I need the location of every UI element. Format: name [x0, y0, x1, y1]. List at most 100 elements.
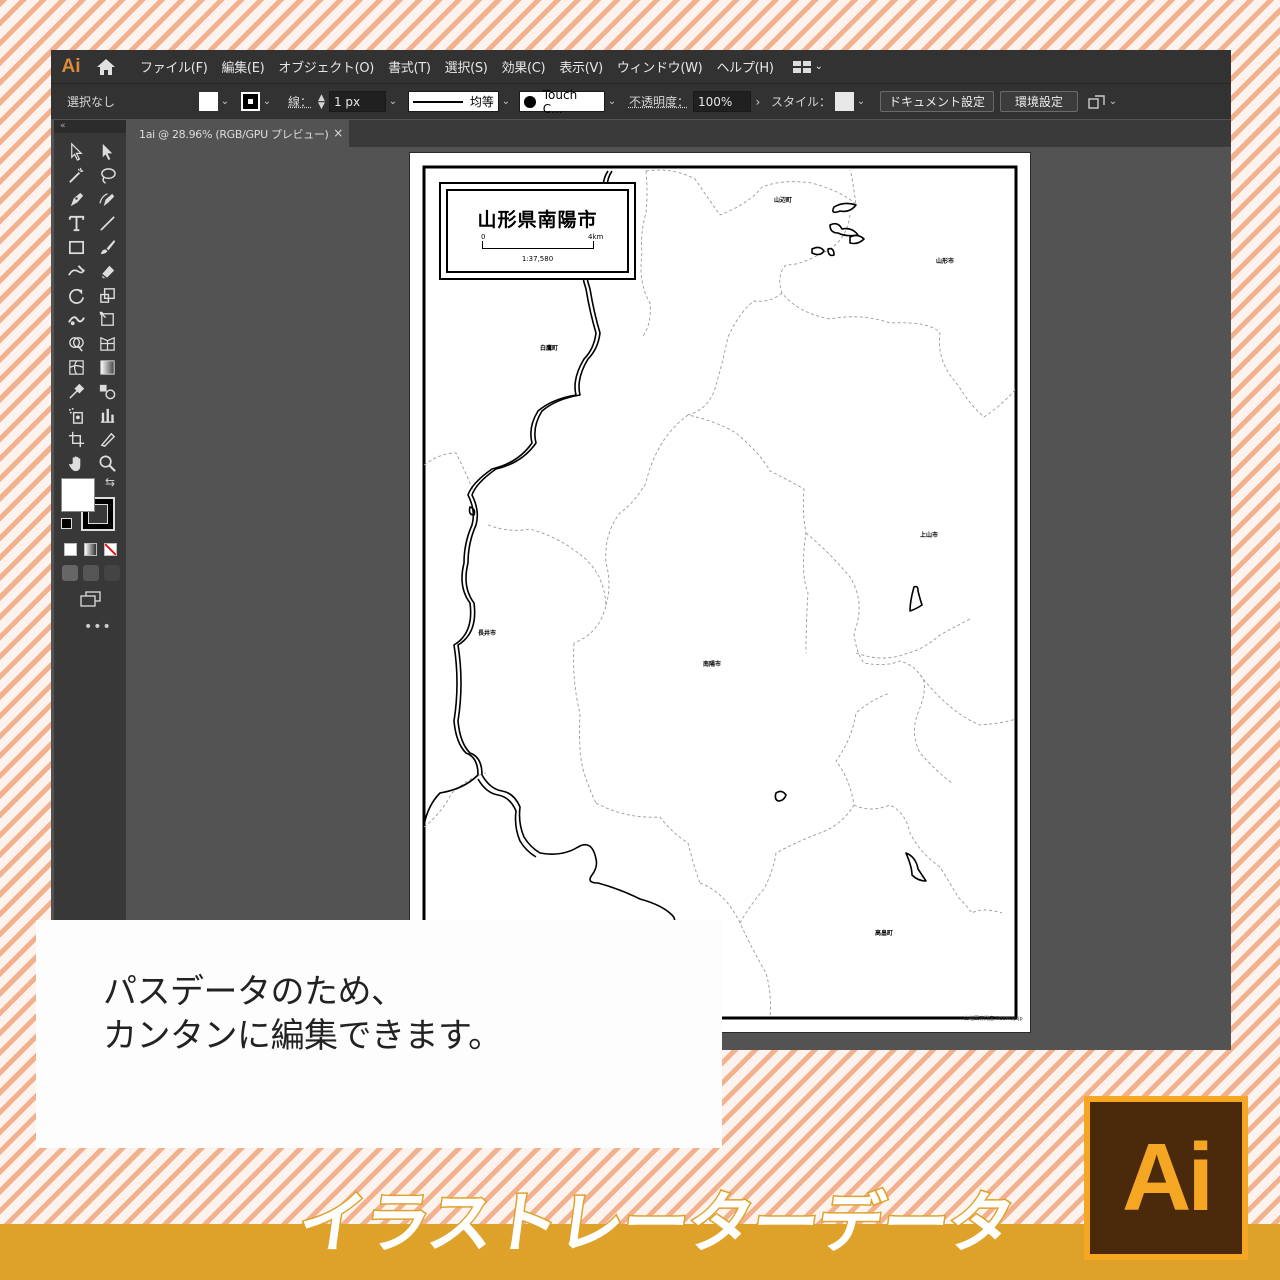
menu-edit[interactable]: 編集(E)	[215, 57, 272, 76]
caption-box: パスデータのため、 カンタンに編集できます。	[36, 920, 722, 1148]
style-label: スタイル：	[770, 95, 831, 109]
lasso-tool[interactable]	[92, 165, 122, 186]
hand-tool[interactable]	[61, 453, 91, 474]
swap-fill-stroke-icon[interactable]: ⇆	[105, 475, 115, 489]
menu-effect[interactable]: 効果(C)	[495, 57, 553, 76]
menu-select[interactable]: 選択(S)	[438, 57, 495, 76]
none-mode-icon[interactable]	[104, 543, 117, 556]
town-label-takahata: 高畠町	[875, 930, 894, 937]
arrange-icon[interactable]	[1088, 94, 1106, 110]
eraser-tool[interactable]	[92, 261, 122, 282]
rectangle-tool[interactable]	[61, 237, 91, 258]
default-colors-icon[interactable]	[61, 518, 72, 529]
blend-tool[interactable]	[92, 381, 122, 402]
menu-window[interactable]: ウィンドウ(W)	[610, 57, 710, 76]
panel-collapse[interactable]: «	[54, 120, 126, 133]
chevron-down-icon[interactable]: ⌄	[218, 96, 232, 107]
perspective-grid-icon	[99, 336, 115, 351]
type-tool[interactable]	[61, 213, 91, 234]
document-setup-button[interactable]: ドキュメント設定	[879, 91, 994, 112]
document-tab[interactable]: 1ai @ 28.96% (RGB/GPU プレビュー) ×	[128, 120, 349, 147]
menu-type[interactable]: 書式(T)	[381, 57, 438, 76]
gradient-mode-icon[interactable]	[84, 543, 97, 556]
menu-file[interactable]: ファイル(F)	[133, 57, 215, 76]
graphic-style-swatch[interactable]	[834, 92, 854, 111]
menu-help[interactable]: ヘルプ(H)	[709, 57, 780, 76]
magic-wand-tool[interactable]	[61, 165, 91, 186]
preferences-button[interactable]: 環境設定	[999, 91, 1078, 112]
hand-icon	[68, 456, 80, 472]
menu-object[interactable]: オブジェクト(O)	[271, 57, 381, 76]
width-tool[interactable]	[61, 309, 91, 330]
town-label-yamabe: 山辺町	[774, 197, 793, 204]
brush-dropdown[interactable]: Touch C...	[518, 88, 605, 116]
scale-tool[interactable]	[92, 285, 122, 306]
edit-toolbar-button[interactable]: •••	[84, 619, 126, 635]
workspace-switcher[interactable]: ⌄	[792, 60, 823, 73]
stroke-color-swatch[interactable]	[241, 92, 260, 111]
gradient-tool[interactable]	[92, 357, 122, 378]
stroke-profile-label: 均等	[469, 95, 494, 109]
pen-tool[interactable]	[61, 189, 91, 210]
paintbrush-tool[interactable]	[92, 237, 122, 258]
line-segment-tool[interactable]	[92, 213, 122, 234]
zoom-tool[interactable]	[92, 453, 122, 474]
mesh-tool[interactable]	[61, 357, 91, 378]
shape-builder-tool[interactable]	[61, 333, 91, 354]
mesh-icon	[68, 360, 84, 375]
chevron-down-icon[interactable]: ⌄	[386, 96, 400, 107]
menu-items: ファイル(F) 編集(E) オブジェクト(O) 書式(T) 選択(S) 効果(C…	[133, 57, 781, 76]
selection-tool[interactable]	[61, 141, 91, 162]
shaper-tool[interactable]	[61, 261, 91, 282]
direct-selection-tool[interactable]	[92, 141, 122, 162]
chevron-down-icon[interactable]: ⌄	[499, 96, 513, 107]
town-label-yamagata: 山形市	[936, 258, 955, 265]
screen-mode-icon[interactable]	[80, 591, 102, 607]
free-transform-tool[interactable]	[92, 309, 122, 330]
menu-view[interactable]: 表示(V)	[552, 57, 610, 76]
slice-tool[interactable]	[92, 429, 122, 450]
gradient-icon	[99, 360, 115, 375]
perspective-grid-tool[interactable]	[92, 333, 122, 354]
free-transform-icon	[98, 311, 114, 326]
column-graph-tool[interactable]	[92, 405, 122, 426]
color-mode-icon[interactable]	[64, 543, 77, 556]
stroke-line-icon	[412, 100, 463, 103]
opacity-label[interactable]: 不透明度：	[629, 93, 689, 110]
fill-color-swatch[interactable]	[199, 92, 218, 111]
scale-bar	[482, 241, 594, 249]
fill-swatch[interactable]	[61, 478, 95, 512]
eyedropper-tool[interactable]	[61, 381, 91, 402]
banner-text: イラストレーターデータ	[292, 1184, 1020, 1264]
rotate-tool[interactable]	[61, 285, 91, 306]
chevron-down-icon[interactable]: ⌄	[260, 96, 274, 107]
ai-badge-icon: Ai	[1084, 1096, 1248, 1260]
chevron-right-icon[interactable]: ›	[751, 95, 765, 109]
shape-builder-icon	[68, 337, 84, 352]
scale-ratio: 1:37,580	[521, 255, 554, 263]
chevron-down-icon[interactable]: ⌄	[605, 96, 619, 107]
slice-icon	[100, 432, 115, 447]
draw-inside-icon[interactable]	[104, 565, 120, 581]
draw-normal-icon[interactable]	[62, 565, 78, 581]
curvature-tool[interactable]	[92, 189, 122, 210]
artboard-tool[interactable]	[61, 429, 91, 450]
stroke-profile-dropdown[interactable]: 均等	[407, 91, 499, 112]
draw-behind-icon[interactable]	[83, 565, 99, 581]
scale-end-label: 4km	[588, 233, 604, 241]
chevron-down-icon[interactable]: ⌄	[1106, 96, 1120, 107]
caption-line-2: カンタンに編集できます。	[103, 1016, 502, 1056]
tools-panel: « ⇆ •••	[54, 120, 126, 1050]
home-icon[interactable]	[91, 58, 121, 76]
app-logo: Ai	[61, 55, 81, 77]
symbol-sprayer-tool[interactable]	[61, 405, 91, 426]
rotate-icon	[68, 288, 84, 304]
stroke-stepper[interactable]: ▲ ▼	[318, 93, 325, 110]
stroke-weight-field[interactable]: 1 px	[328, 91, 386, 112]
selection-status: 選択なし	[67, 95, 116, 109]
opacity-field[interactable]: 100%	[692, 91, 751, 112]
artboard-icon	[68, 431, 84, 448]
close-icon[interactable]: ×	[333, 126, 343, 140]
map-title: 山形県南陽市	[477, 209, 598, 231]
chevron-down-icon[interactable]: ⌄	[854, 96, 868, 107]
